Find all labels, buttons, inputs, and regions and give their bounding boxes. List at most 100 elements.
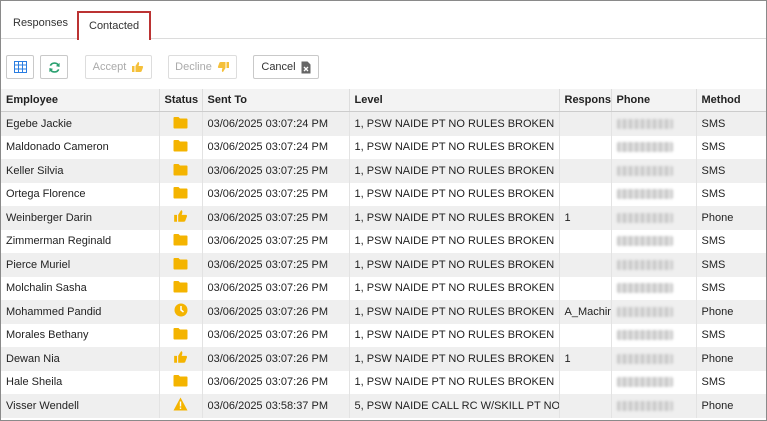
level-cell: 1, PSW NAIDE PT NO RULES BROKEN [349, 276, 560, 300]
grid-view-button[interactable] [6, 55, 34, 79]
table-row[interactable]: Morales Bethany 03/06/2025 03:07:26 PM 1, … [1, 323, 766, 347]
table-row[interactable]: Pierce Muriel 03/06/2025 03:07:25 PM 1, PS… [1, 253, 766, 277]
phone-cell [611, 276, 697, 300]
table-row[interactable]: Dewan Nia 03/06/2025 03:07:26 PM 1, PSW NA… [1, 347, 766, 371]
phone-cell [611, 111, 697, 136]
clock-icon [174, 303, 188, 320]
folder-icon [173, 328, 188, 343]
cancel-button[interactable]: Cancel [253, 55, 319, 79]
toolbar: Accept Decline Cancel [1, 39, 766, 89]
response-cell [559, 111, 612, 136]
table-row[interactable]: Ortega Florence 03/06/2025 03:07:25 PM 1, … [1, 182, 766, 206]
phone-cell [611, 159, 697, 183]
sent-to-cell: 03/06/2025 03:07:26 PM [202, 347, 350, 371]
method-cell: Phone [696, 206, 766, 230]
redacted-phone [616, 330, 673, 341]
response-cell [559, 370, 612, 394]
folder-icon [173, 187, 188, 202]
table-row[interactable]: Molchalin Sasha 03/06/2025 03:07:26 PM 1, … [1, 276, 766, 300]
sent-to-cell: 03/06/2025 03:07:26 PM [202, 323, 350, 347]
phone-cell [611, 323, 697, 347]
method-cell: SMS [696, 229, 766, 253]
employee-cell: Maldonado Cameron [1, 135, 160, 159]
status-cell [159, 394, 203, 418]
redacted-phone [616, 400, 673, 411]
response-cell [559, 253, 612, 277]
thumbs-up-icon [131, 61, 144, 73]
sent-to-cell: 03/06/2025 03:07:25 PM [202, 182, 350, 206]
status-cell [159, 159, 203, 183]
response-cell [559, 182, 612, 206]
response-cell [559, 276, 612, 300]
table-row[interactable]: Zimmerman Reginald 03/06/2025 03:07:25 PM… [1, 229, 766, 253]
status-cell [159, 300, 203, 324]
phone-cell [611, 135, 697, 159]
redacted-phone [616, 353, 673, 364]
method-cell: SMS [696, 135, 766, 159]
level-cell: 5, PSW NAIDE CALL RC W/SKILL PT NO RULES… [349, 394, 560, 418]
employee-cell: Pierce Muriel [1, 253, 160, 277]
sent-to-cell: 03/06/2025 03:07:26 PM [202, 370, 350, 394]
tab-responses[interactable]: Responses [1, 1, 80, 38]
response-cell [559, 135, 612, 159]
level-cell: 1, PSW NAIDE PT NO RULES BROKEN [349, 229, 560, 253]
response-cell: 1 [559, 206, 612, 230]
sent-to-cell: 03/06/2025 03:07:25 PM [202, 229, 350, 253]
table-row[interactable]: Weinberger Darin 03/06/2025 03:07:25 PM 1,… [1, 206, 766, 230]
status-cell [159, 135, 203, 159]
accept-label: Accept [92, 61, 127, 73]
sent-to-cell: 03/06/2025 03:07:24 PM [202, 111, 350, 136]
thumbs-up-icon [173, 210, 188, 226]
table-body: Egebe Jackie 03/06/2025 03:07:24 PM 1, PSW… [1, 111, 766, 418]
table-row[interactable]: Keller Silvia 03/06/2025 03:07:25 PM 1, PS… [1, 159, 766, 183]
employee-cell: Keller Silvia [1, 159, 160, 183]
status-cell [159, 347, 203, 371]
level-cell: 1, PSW NAIDE PT NO RULES BROKEN [349, 182, 560, 206]
level-cell: 1, PSW NAIDE PT NO RULES BROKEN [349, 253, 560, 277]
status-cell [159, 111, 203, 136]
tab-contacted[interactable]: Contacted [77, 11, 152, 40]
folder-icon [173, 234, 188, 249]
table-row[interactable]: Egebe Jackie 03/06/2025 03:07:24 PM 1, PSW… [1, 111, 766, 136]
response-cell [559, 159, 612, 183]
cancel-label: Cancel [261, 61, 296, 73]
response-cell [559, 394, 612, 418]
method-cell: SMS [696, 253, 766, 277]
method-cell: Phone [696, 347, 766, 371]
redacted-phone [616, 283, 673, 294]
table-row[interactable]: Visser Wendell 03/06/2025 03:58:37 PM 5, P… [1, 394, 766, 418]
column-header-sent-to[interactable]: Sent To [202, 89, 350, 112]
sent-to-cell: 03/06/2025 03:07:26 PM [202, 276, 350, 300]
response-cell: A_Machin [559, 300, 612, 324]
table-row[interactable]: Mohammed Pandid 03/06/2025 03:07:26 PM 1, … [1, 300, 766, 324]
column-header-response[interactable]: Response [559, 89, 612, 112]
column-header-method[interactable]: Method [696, 89, 766, 112]
response-cell [559, 323, 612, 347]
refresh-icon [48, 61, 60, 73]
redacted-phone [616, 165, 673, 176]
status-cell [159, 206, 203, 230]
decline-button[interactable]: Decline [168, 55, 237, 79]
column-header-employee[interactable]: Employee [1, 89, 160, 112]
employee-cell: Mohammed Pandid [1, 300, 160, 324]
table-row[interactable]: Hale Sheila 03/06/2025 03:07:26 PM 1, PSW … [1, 370, 766, 394]
phone-cell [611, 253, 697, 277]
status-cell [159, 323, 203, 347]
refresh-button[interactable] [40, 55, 68, 79]
phone-cell [611, 300, 697, 324]
level-cell: 1, PSW NAIDE PT NO RULES BROKEN [349, 323, 560, 347]
column-header-level[interactable]: Level [349, 89, 560, 112]
column-header-status[interactable]: Status [159, 89, 203, 112]
level-cell: 1, PSW NAIDE PT NO RULES BROKEN [349, 370, 560, 394]
table-row[interactable]: Maldonado Cameron 03/06/2025 03:07:24 PM 1… [1, 135, 766, 159]
accept-button[interactable]: Accept [85, 55, 152, 79]
method-cell: SMS [696, 182, 766, 206]
cancel-document-icon [301, 61, 311, 74]
redacted-phone [616, 118, 673, 129]
redacted-phone [616, 236, 673, 247]
method-cell: Phone [696, 394, 766, 418]
method-cell: SMS [696, 276, 766, 300]
response-cell [559, 229, 612, 253]
sent-to-cell: 03/06/2025 03:07:24 PM [202, 135, 350, 159]
column-header-phone[interactable]: Phone [611, 89, 697, 112]
